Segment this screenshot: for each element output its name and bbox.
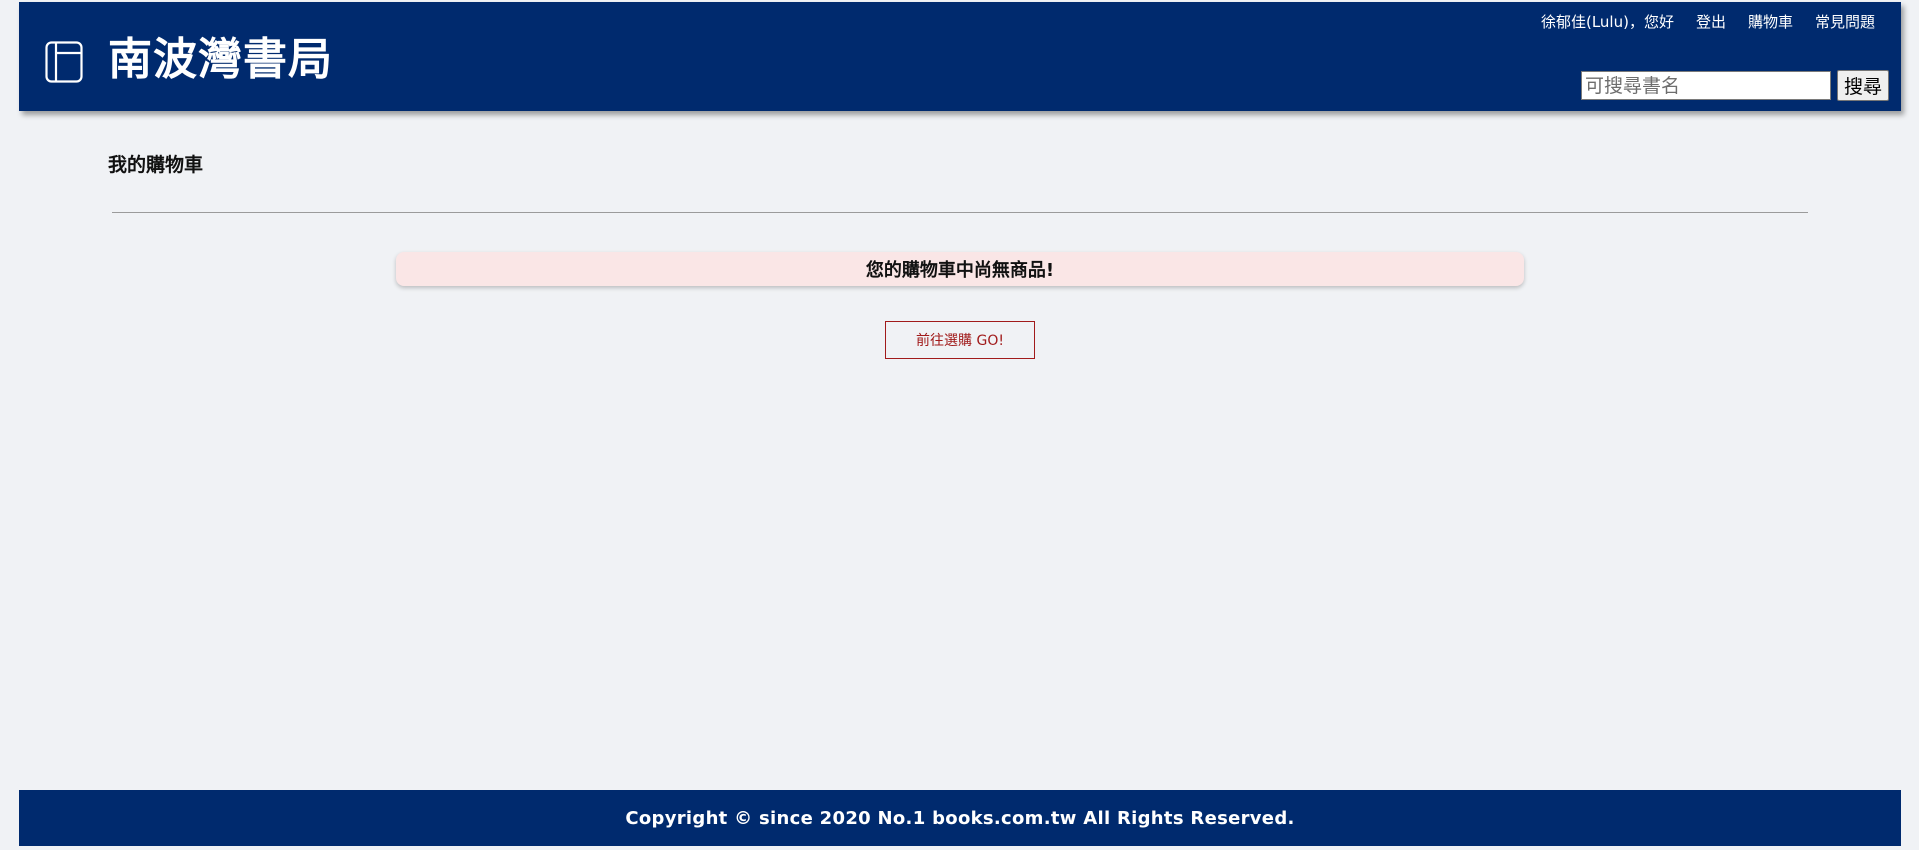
user-greeting: 徐郁佳(Lulu)，您好 <box>1540 13 1674 31</box>
page-title: 我的購物車 <box>108 154 204 176</box>
search-input[interactable] <box>1580 71 1831 100</box>
go-shopping-button[interactable]: 前往選購 GO! <box>885 321 1035 359</box>
search-button[interactable]: 搜尋 <box>1836 70 1889 101</box>
top-nav: 徐郁佳(Lulu)，您好 登出 購物車 常見問題 <box>1541 11 1875 32</box>
logout-link[interactable]: 登出 <box>1696 11 1726 32</box>
copyright-text: Copyright © since 2020 No.1 books.com.tw… <box>625 807 1295 829</box>
empty-cart-message: 您的購物車中尚無商品! <box>865 260 1055 281</box>
cart-link[interactable]: 購物車 <box>1748 11 1793 32</box>
empty-cart-alert: 您的購物車中尚無商品! <box>396 252 1524 286</box>
faq-link[interactable]: 常見問題 <box>1815 11 1875 32</box>
brand-title[interactable]: 南波灣書局 <box>108 30 333 90</box>
site-footer: Copyright © since 2020 No.1 books.com.tw… <box>19 790 1901 846</box>
book-icon[interactable] <box>45 41 83 83</box>
search-bar: 搜尋 <box>1580 70 1889 101</box>
divider <box>112 212 1808 213</box>
site-header: 南波灣書局 徐郁佳(Lulu)，您好 登出 購物車 常見問題 搜尋 <box>19 2 1901 111</box>
